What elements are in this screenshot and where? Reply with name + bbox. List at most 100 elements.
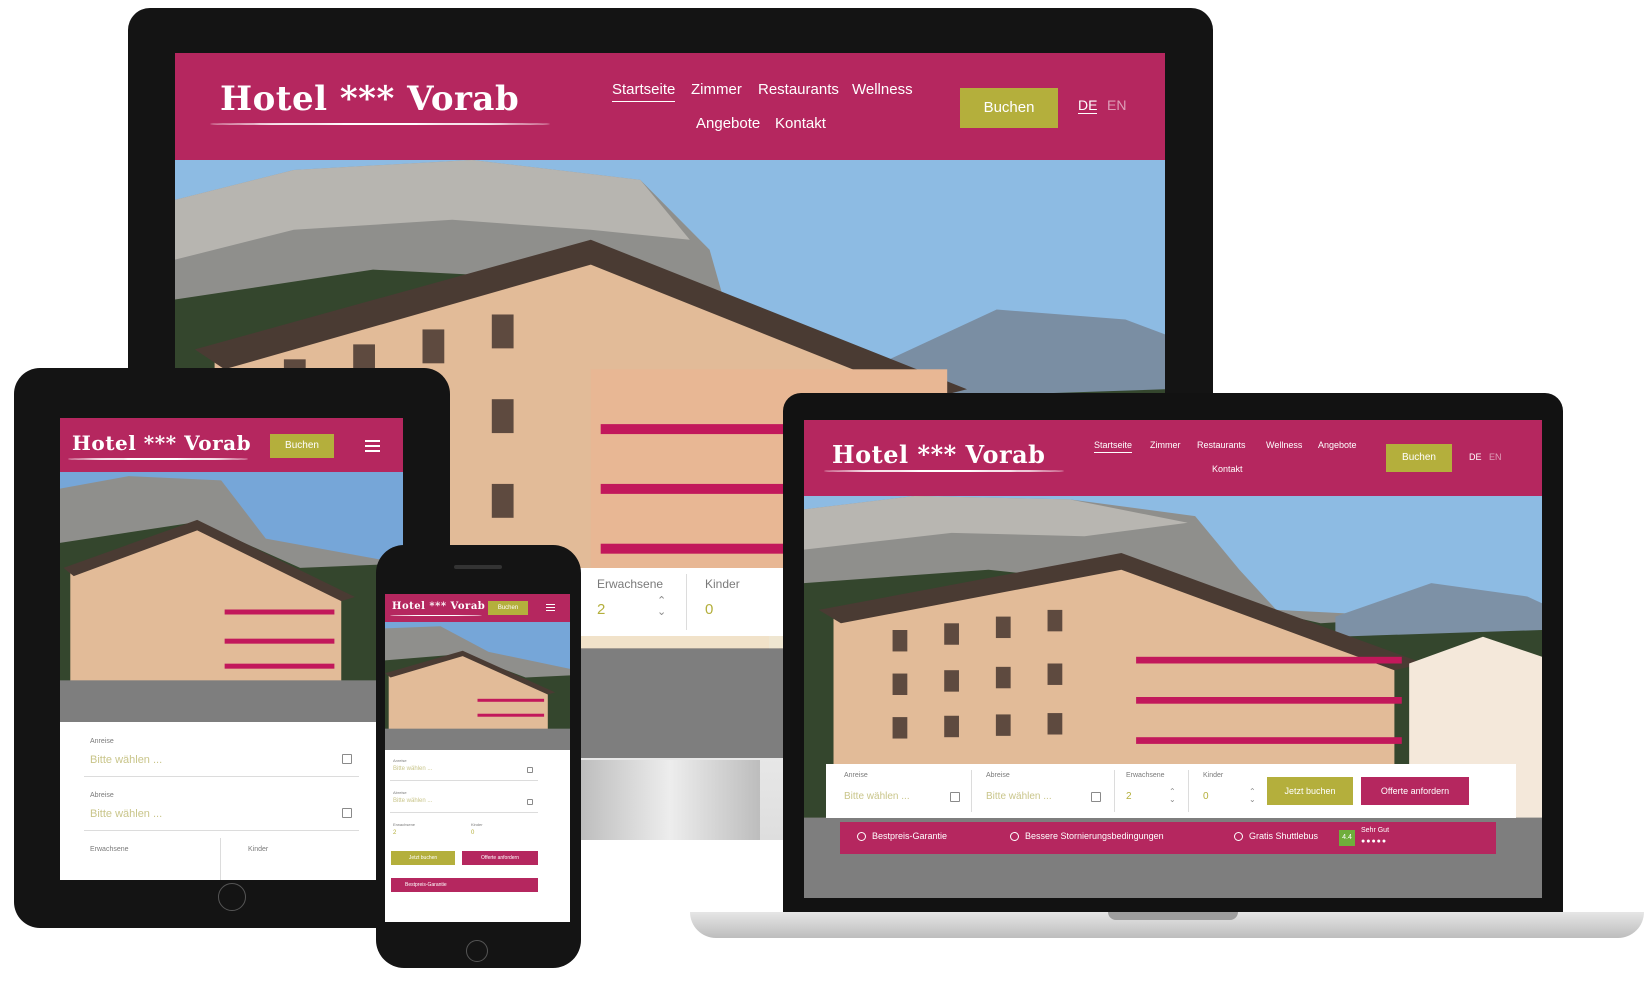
booking-divider: [1114, 770, 1115, 812]
desktop-logo[interactable]: Hotel *** Vorab: [220, 79, 519, 119]
nav-startseite[interactable]: Startseite: [612, 81, 676, 102]
lang-en[interactable]: EN: [1107, 97, 1126, 113]
phone-booking-form: Anreise Bitte wählen ... Abreise Bitte w…: [385, 750, 570, 922]
laptop-logo[interactable]: Hotel *** Vorab: [832, 440, 1045, 469]
calendar-icon[interactable]: [1091, 792, 1101, 802]
laptop-book-button[interactable]: Buchen: [1386, 444, 1452, 472]
arrival-input[interactable]: Bitte wählen ...: [393, 766, 432, 772]
tablet-screen: Hotel *** Vorab Buchen Anreise Bitte wäh…: [60, 418, 403, 880]
hamburger-icon[interactable]: [365, 440, 380, 455]
lang-de[interactable]: DE: [1469, 452, 1482, 462]
children-value[interactable]: 0: [471, 830, 474, 836]
check-circle-icon: [1010, 832, 1019, 841]
arrival-label: Anreise: [393, 758, 407, 763]
laptop-screen: Hotel *** Vorab Startseite Zimmer Restau…: [804, 420, 1542, 898]
departure-input[interactable]: Bitte wählen ...: [393, 798, 432, 804]
logo-swash: [390, 615, 482, 616]
departure-input[interactable]: Bitte wählen ...: [986, 791, 1052, 802]
field-divider: [84, 776, 359, 777]
nav-angebote[interactable]: Angebote: [696, 115, 760, 132]
nav-wellness[interactable]: Wellness: [1266, 440, 1302, 450]
stepper-arrows-icon[interactable]: ⌃ ⌄: [1249, 788, 1256, 804]
calendar-icon[interactable]: [342, 754, 352, 764]
phone-book-button[interactable]: Buchen: [488, 601, 528, 615]
stepper-arrows-icon[interactable]: ⌃ ⌄: [1169, 788, 1176, 804]
laptop-notch: [1108, 912, 1238, 920]
adults-value[interactable]: 2: [393, 830, 396, 836]
nav-zimmer[interactable]: Zimmer: [1150, 440, 1181, 450]
lang-en[interactable]: EN: [1489, 452, 1502, 462]
tablet-hero-image: [60, 472, 403, 722]
phone-speaker: [454, 565, 502, 569]
usp-item: Bessere Stornierungsbedingungen: [1025, 831, 1164, 841]
adults-value[interactable]: 2: [597, 601, 605, 618]
adults-label: Erwachsene: [597, 577, 664, 591]
adults-value[interactable]: 2: [1126, 791, 1132, 802]
calendar-icon[interactable]: [527, 799, 533, 805]
nav-restaurants[interactable]: Restaurants: [758, 81, 839, 98]
tablet-logo[interactable]: Hotel *** Vorab: [72, 431, 251, 455]
hamburger-icon[interactable]: [546, 604, 555, 614]
children-label: Kinder: [248, 846, 269, 853]
nav-startseite[interactable]: Startseite: [1094, 440, 1133, 453]
nav-zimmer[interactable]: Zimmer: [691, 81, 742, 98]
adults-label: Erwachsene: [393, 822, 416, 827]
nav-angebote[interactable]: Angebote: [1318, 440, 1357, 450]
arrival-label: Anreise: [844, 772, 868, 779]
adults-label: Erwachsene: [1126, 772, 1165, 779]
logo-swash: [210, 123, 550, 125]
laptop-usp-bar: Bestpreis-Garantie Bessere Stornierungsb…: [840, 822, 1496, 854]
usp-item: Bestpreis-Garantie: [391, 878, 538, 892]
nav-restaurants[interactable]: Restaurants: [1197, 440, 1246, 450]
booking-divider: [971, 770, 972, 812]
field-divider: [390, 812, 538, 813]
desktop-book-button[interactable]: Buchen: [960, 88, 1058, 128]
departure-label: Abreise: [986, 772, 1010, 779]
phone-home-button: [466, 940, 488, 962]
monitor-stand: [580, 760, 760, 840]
usp-item: Gratis Shuttlebus: [1249, 831, 1319, 841]
calendar-icon[interactable]: [527, 767, 533, 773]
tablet-home-button: [218, 883, 246, 911]
arrival-input[interactable]: Bitte wählen ...: [844, 791, 910, 802]
tablet-booking-form: Anreise Bitte wählen ... Abreise Bitte w…: [60, 722, 403, 880]
field-divider: [220, 838, 221, 880]
logo-swash: [824, 470, 1064, 472]
field-divider: [84, 830, 359, 831]
departure-label: Abreise: [90, 792, 114, 799]
calendar-icon[interactable]: [950, 792, 960, 802]
hero-photo-icon: [60, 472, 403, 722]
hero-photo-icon: [385, 622, 570, 750]
book-now-button[interactable]: Jetzt buchen: [391, 851, 455, 865]
booking-divider: [1188, 770, 1189, 812]
phone-logo[interactable]: Hotel *** Vorab: [392, 601, 485, 612]
nav-kontakt[interactable]: Kontakt: [1212, 464, 1243, 474]
departure-input[interactable]: Bitte wählen ...: [90, 808, 162, 820]
arrival-input[interactable]: Bitte wählen ...: [90, 754, 162, 766]
nav-kontakt[interactable]: Kontakt: [775, 115, 826, 132]
check-circle-icon: [1234, 832, 1243, 841]
request-quote-button[interactable]: Offerte anfordern: [462, 851, 538, 865]
nav-wellness[interactable]: Wellness: [852, 81, 913, 98]
phone-hero-image: [385, 622, 570, 750]
tablet-header: Hotel *** Vorab Buchen: [60, 418, 403, 472]
rating-score: 4.4: [1339, 830, 1355, 846]
field-divider: [390, 780, 538, 781]
usp-item: Bestpreis-Garantie: [872, 831, 948, 841]
departure-label: Abreise: [393, 790, 407, 795]
phone-screen: Hotel *** Vorab Buchen Anreise Bitte wäh…: [385, 594, 570, 922]
stepper-arrows-icon[interactable]: ⌃ ⌄: [657, 596, 666, 618]
lang-de[interactable]: DE: [1078, 97, 1098, 114]
children-label: Kinder: [471, 822, 483, 827]
request-quote-button[interactable]: Offerte anfordern: [1361, 777, 1469, 805]
adults-label: Erwachsene: [90, 846, 129, 853]
logo-swash: [68, 458, 248, 460]
calendar-icon[interactable]: [342, 808, 352, 818]
book-now-button[interactable]: Jetzt buchen: [1267, 777, 1353, 805]
tablet-book-button[interactable]: Buchen: [270, 434, 334, 458]
laptop-header: Hotel *** Vorab Startseite Zimmer Restau…: [804, 420, 1542, 496]
children-value[interactable]: 0: [1203, 791, 1209, 802]
children-label: Kinder: [1203, 772, 1224, 779]
children-value[interactable]: 0: [705, 601, 713, 618]
laptop-booking-bar: Anreise Bitte wählen ... Abreise Bitte w…: [826, 764, 1516, 818]
